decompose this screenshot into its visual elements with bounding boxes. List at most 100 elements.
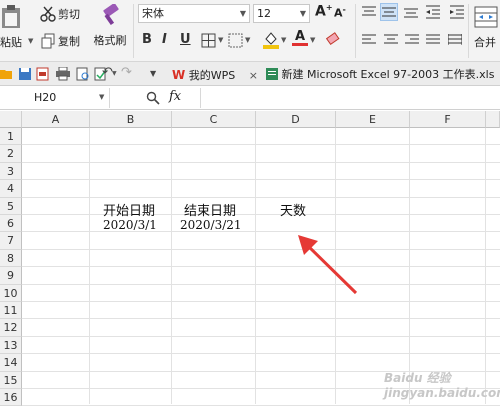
ribbon-divider xyxy=(468,4,469,58)
row-header-5[interactable]: 5 xyxy=(0,197,22,215)
decrease-font-icon[interactable]: A- xyxy=(334,5,346,20)
select-all-corner[interactable] xyxy=(0,111,22,128)
cell-style-icon[interactable] xyxy=(228,33,244,48)
row-header-11[interactable]: 11 xyxy=(0,302,22,320)
spreadsheet-grid[interactable]: ABCDEF 1 2 3 4 5 6 7 8 9 10 11 12 13 14 15 16 开始日期 结束日期… xyxy=(0,111,500,406)
row-header-10[interactable]: 10 xyxy=(0,284,22,302)
cell-reference: H20 xyxy=(34,91,57,104)
row-header-15[interactable]: 15 xyxy=(0,371,22,389)
row-header-16[interactable]: 16 xyxy=(0,389,22,406)
merge-label: 合并 xyxy=(474,36,496,49)
decrease-indent-icon[interactable] xyxy=(426,5,440,19)
print-icon[interactable] xyxy=(55,67,71,81)
quick-access-toolbar: ↶ ▼ ↷ ▼ W 我的WPS × 新建 Microsoft Excel 97-… xyxy=(0,62,500,86)
customize-toolbar-icon[interactable]: ▼ xyxy=(150,69,156,78)
merge-icon xyxy=(474,6,498,28)
row-header-13[interactable]: 13 xyxy=(0,336,22,355)
row-header-2[interactable]: 2 xyxy=(0,145,22,163)
italic-icon[interactable]: I xyxy=(162,32,167,47)
row-header-9[interactable]: 9 xyxy=(0,267,22,285)
row-header-1[interactable]: 1 xyxy=(0,128,22,146)
column-header-E[interactable]: E xyxy=(336,111,410,128)
align-bottom-icon[interactable] xyxy=(404,6,418,18)
paste-button[interactable]: 粘贴 xyxy=(0,4,30,50)
borders-icon[interactable] xyxy=(201,33,217,48)
column-header-partial[interactable] xyxy=(486,111,500,128)
cell-B5[interactable]: 开始日期 xyxy=(103,200,155,219)
column-header-C[interactable]: C xyxy=(172,111,256,128)
chevron-down-icon[interactable]: ▼ xyxy=(310,36,315,44)
tab-document[interactable]: 新建 Microsoft Excel 97-2003 工作表.xls xyxy=(266,66,500,84)
row-gridline xyxy=(22,301,500,302)
font-color-icon[interactable]: A xyxy=(292,29,308,46)
clear-format-icon[interactable] xyxy=(325,31,341,48)
font-name-select[interactable]: 宋体 ▼ xyxy=(138,4,250,23)
chevron-down-icon[interactable]: ▼ xyxy=(218,36,223,44)
chevron-down-icon[interactable]: ▼ xyxy=(281,36,286,44)
redo-icon[interactable]: ↷ xyxy=(121,65,132,80)
cell-C6[interactable]: 2020/3/21 xyxy=(180,218,242,232)
column-header-B[interactable]: B xyxy=(90,111,172,128)
row-gridline xyxy=(22,318,500,320)
copy-icon xyxy=(41,33,55,49)
row-gridline xyxy=(22,161,500,163)
zoom-icon[interactable] xyxy=(146,91,160,105)
cell-B6[interactable]: 2020/3/1 xyxy=(103,218,157,232)
ribbon: 粘贴 ▼ 剪切 复制 格式刷 宋体 ▼ 12 ▼ A+ A- B I U ▼ ▼… xyxy=(0,0,500,62)
format-painter-button[interactable]: 格式刷 xyxy=(90,4,130,48)
increase-indent-icon[interactable] xyxy=(450,5,464,19)
align-top-icon[interactable] xyxy=(362,6,376,18)
row-header-6[interactable]: 6 xyxy=(0,215,22,233)
increase-font-icon[interactable]: A+ xyxy=(315,3,333,20)
save-icon[interactable] xyxy=(18,67,32,81)
cell-C5[interactable]: 结束日期 xyxy=(184,200,236,219)
row-header-7[interactable]: 7 xyxy=(0,232,22,250)
row-header-12[interactable]: 12 xyxy=(0,319,22,337)
column-gridline xyxy=(171,128,172,404)
copy-button[interactable]: 复制 xyxy=(40,33,80,49)
formula-input[interactable] xyxy=(200,88,500,108)
justify-icon[interactable] xyxy=(426,34,440,46)
row-gridline xyxy=(22,335,500,337)
tab-my-wps[interactable]: W 我的WPS × xyxy=(172,66,258,84)
brush-icon xyxy=(103,4,119,26)
column-gridline xyxy=(89,128,90,404)
column-header-A[interactable]: A xyxy=(22,111,90,128)
export-pdf-icon[interactable] xyxy=(36,67,50,81)
row-header-14[interactable]: 14 xyxy=(0,354,22,372)
column-header-D[interactable]: D xyxy=(256,111,336,128)
print-preview-icon[interactable] xyxy=(76,67,90,81)
merge-button[interactable]: 合并 xyxy=(474,6,498,50)
open-folder-icon[interactable] xyxy=(0,67,14,81)
cell-D5[interactable]: 天数 xyxy=(280,200,306,219)
underline-icon[interactable]: U xyxy=(180,32,191,47)
font-size-select[interactable]: 12 ▼ xyxy=(253,4,310,23)
row-header-4[interactable]: 4 xyxy=(0,180,22,198)
fill-color-icon[interactable] xyxy=(262,30,280,50)
row-gridline xyxy=(22,231,500,233)
name-box[interactable]: H20 ▼ xyxy=(0,88,110,108)
row-gridline xyxy=(22,353,500,355)
chevron-down-icon: ▼ xyxy=(299,9,306,18)
row-header-3[interactable]: 3 xyxy=(0,162,22,181)
column-header-F[interactable]: F xyxy=(410,111,486,128)
align-right-icon[interactable] xyxy=(405,34,419,46)
bold-icon[interactable]: B xyxy=(142,32,152,47)
row-gridline xyxy=(22,179,500,181)
chevron-down-icon[interactable]: ▼ xyxy=(99,93,104,101)
close-icon[interactable]: × xyxy=(249,69,258,82)
align-middle-button[interactable] xyxy=(380,3,398,21)
cut-button[interactable]: 剪切 xyxy=(40,6,80,22)
fx-label[interactable]: fx xyxy=(169,89,181,104)
chevron-down-icon[interactable]: ▼ xyxy=(112,70,117,77)
align-center-icon[interactable] xyxy=(384,34,398,46)
align-middle-icon xyxy=(382,7,396,17)
row-header-8[interactable]: 8 xyxy=(0,249,22,268)
align-left-icon[interactable] xyxy=(362,34,376,46)
format-painter-label: 格式刷 xyxy=(93,34,127,47)
chevron-down-icon[interactable]: ▼ xyxy=(245,36,250,44)
row-gridline xyxy=(22,214,500,215)
wps-logo-icon: W xyxy=(172,68,186,82)
distributed-align-icon[interactable] xyxy=(448,34,462,46)
paste-dropdown-icon[interactable]: ▼ xyxy=(28,37,33,45)
